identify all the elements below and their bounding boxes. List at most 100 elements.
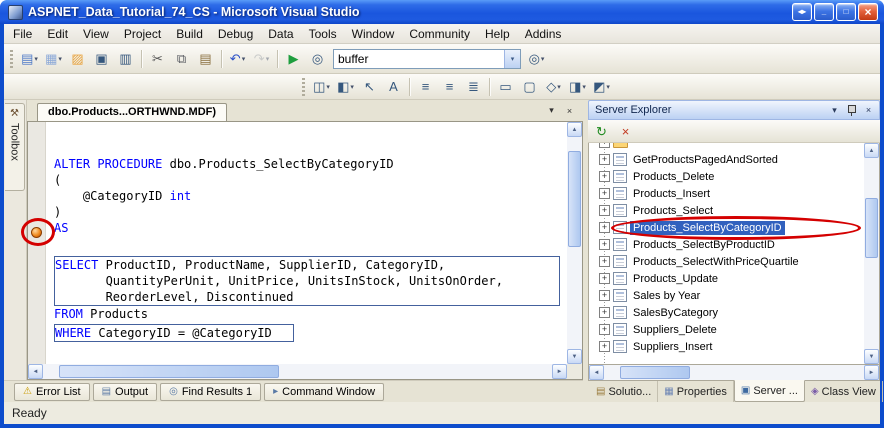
scrollbar-track[interactable] bbox=[43, 364, 552, 379]
tab-output[interactable]: ▤Output bbox=[93, 383, 157, 401]
open-file-button[interactable]: ▨ bbox=[66, 48, 89, 70]
menu-view[interactable]: View bbox=[76, 27, 116, 41]
toolbar-grip[interactable] bbox=[302, 78, 305, 96]
expand-plus-icon[interactable]: + bbox=[599, 143, 610, 148]
tree-item[interactable]: +Products_SelectByCategoryID bbox=[589, 219, 864, 236]
close-document-button[interactable]: × bbox=[562, 103, 577, 118]
pointer-tool-button[interactable]: ↖ bbox=[358, 76, 381, 98]
tree-item[interactable]: +Suppliers_Delete bbox=[589, 321, 864, 338]
layout-options-button[interactable]: ◩▾ bbox=[590, 76, 613, 98]
minimize-button[interactable]: _ bbox=[814, 3, 834, 21]
expand-plus-icon[interactable]: + bbox=[599, 324, 610, 335]
editor-vertical-scrollbar[interactable]: ▲ ▼ bbox=[567, 122, 582, 364]
scroll-down-button[interactable]: ▼ bbox=[864, 349, 879, 364]
code-line[interactable]: ALTER PROCEDURE dbo.Products_SelectByCat… bbox=[54, 156, 567, 172]
expand-plus-icon[interactable]: + bbox=[599, 239, 610, 250]
tree-item[interactable]: +SalesByCategory bbox=[589, 304, 864, 321]
margin-marker-dot[interactable] bbox=[31, 227, 42, 238]
refresh-button[interactable]: ↻ bbox=[590, 120, 613, 142]
code-line[interactable]: QuantityPerUnit, UnitPrice, UnitsInStock… bbox=[55, 273, 559, 289]
scrollbar-track[interactable] bbox=[604, 365, 864, 380]
expand-plus-icon[interactable]: + bbox=[599, 205, 610, 216]
code-line[interactable]: SELECT ProductID, ProductName, SupplierI… bbox=[55, 257, 559, 273]
expand-plus-icon[interactable]: + bbox=[599, 290, 610, 301]
panel-tab-server[interactable]: ▣Server ... bbox=[734, 380, 805, 402]
rectangle-tool-button[interactable]: ▭ bbox=[494, 76, 517, 98]
scroll-right-button[interactable]: ► bbox=[552, 364, 567, 379]
tree-item-partial[interactable]: + bbox=[589, 143, 864, 151]
auto-hide-pin-button[interactable] bbox=[844, 103, 859, 117]
diamond-tool-button[interactable]: ◇▾ bbox=[542, 76, 565, 98]
scrollbar-thumb[interactable] bbox=[865, 198, 878, 258]
code-line[interactable]: ReorderLevel, Discontinued bbox=[55, 289, 559, 305]
menu-project[interactable]: Project bbox=[117, 27, 168, 41]
tree-item[interactable]: +Products_Delete bbox=[589, 168, 864, 185]
expand-plus-icon[interactable]: + bbox=[599, 171, 610, 182]
scroll-right-button[interactable]: ► bbox=[864, 365, 879, 380]
menu-addins[interactable]: Addins bbox=[518, 27, 569, 41]
code-editor[interactable]: ALTER PROCEDURE dbo.Products_SelectByCat… bbox=[27, 121, 583, 380]
expand-plus-icon[interactable]: + bbox=[599, 273, 610, 284]
tree-item[interactable]: +GetProductsPagedAndSorted bbox=[589, 151, 864, 168]
show-grid-pane-button[interactable]: ◧▾ bbox=[334, 76, 357, 98]
code-line[interactable]: AS bbox=[54, 220, 567, 236]
find-in-files-button[interactable]: ◎ bbox=[306, 48, 329, 70]
menu-file[interactable]: File bbox=[6, 27, 39, 41]
panel-tab-solutio[interactable]: ▤Solutio... bbox=[590, 381, 658, 402]
decrease-indent-button[interactable]: ≡ bbox=[414, 76, 437, 98]
scroll-left-button[interactable]: ◄ bbox=[28, 364, 43, 379]
close-panel-button[interactable]: × bbox=[861, 103, 876, 117]
pane-options-button[interactable]: ◨▾ bbox=[566, 76, 589, 98]
quick-find-button[interactable]: ◎▾ bbox=[525, 48, 548, 70]
tree-item[interactable]: +Products_Update bbox=[589, 270, 864, 287]
tree-item[interactable]: +Suppliers_Insert bbox=[589, 338, 864, 355]
toolbox-tab[interactable]: ⚒ Toolbox bbox=[5, 103, 25, 191]
add-project-button[interactable]: ▦▾ bbox=[42, 48, 65, 70]
tree-item[interactable]: +Products_Insert bbox=[589, 185, 864, 202]
tree-vertical-scrollbar[interactable]: ▲ ▼ bbox=[864, 143, 879, 364]
paste-button[interactable]: ▤ bbox=[194, 48, 217, 70]
menu-debug[interactable]: Debug bbox=[211, 27, 260, 41]
editor-horizontal-scrollbar[interactable]: ◄ ► bbox=[28, 364, 567, 379]
scroll-left-button[interactable]: ◄ bbox=[589, 365, 604, 380]
expand-plus-icon[interactable]: + bbox=[599, 341, 610, 352]
code-line[interactable]: ( bbox=[54, 172, 567, 188]
scrollbar-track[interactable] bbox=[567, 137, 582, 349]
scrollbar-track[interactable] bbox=[864, 158, 879, 349]
titlebar[interactable]: ASPNET_Data_Tutorial_74_CS - Microsoft V… bbox=[0, 0, 884, 24]
increase-indent-button[interactable]: ≡ bbox=[438, 76, 461, 98]
menu-community[interactable]: Community bbox=[402, 27, 477, 41]
active-files-dropdown-button[interactable]: ▾ bbox=[544, 103, 559, 118]
menu-data[interactable]: Data bbox=[261, 27, 300, 41]
tree-item[interactable]: +Sales by Year bbox=[589, 287, 864, 304]
close-button[interactable]: × bbox=[858, 3, 878, 21]
menu-build[interactable]: Build bbox=[169, 27, 210, 41]
code-line[interactable]: ) bbox=[54, 204, 567, 220]
scroll-down-button[interactable]: ▼ bbox=[567, 349, 582, 364]
window-position-button[interactable]: ▾ bbox=[827, 103, 842, 117]
new-item-button[interactable]: ▤▾ bbox=[18, 48, 41, 70]
panel-tab-properties[interactable]: ▦Properties bbox=[658, 381, 734, 402]
redo-button[interactable]: ↷▾ bbox=[250, 48, 273, 70]
code-line[interactable]: WHERE CategoryID = @CategoryID bbox=[55, 325, 293, 341]
scrollbar-thumb[interactable] bbox=[620, 366, 690, 379]
tree-item[interactable]: +Products_Select bbox=[589, 202, 864, 219]
menu-tools[interactable]: Tools bbox=[302, 27, 344, 41]
expand-plus-icon[interactable]: + bbox=[599, 307, 610, 318]
editor-margin[interactable] bbox=[28, 122, 46, 364]
code-line[interactable] bbox=[54, 236, 567, 252]
scrollbar-thumb[interactable] bbox=[568, 151, 581, 247]
restore-button[interactable]: □ bbox=[836, 3, 856, 21]
bullets-button[interactable]: ≣ bbox=[462, 76, 485, 98]
server-explorer-tree[interactable]: + +GetProductsPagedAndSorted+Products_De… bbox=[588, 143, 880, 365]
scrollbar-thumb[interactable] bbox=[59, 365, 279, 378]
text-tool-button[interactable]: A bbox=[382, 76, 405, 98]
tab-command-window[interactable]: ▸Command Window bbox=[264, 383, 384, 401]
copy-button[interactable]: ⧉ bbox=[170, 48, 193, 70]
scroll-up-button[interactable]: ▲ bbox=[864, 143, 879, 158]
tab-find-results-1[interactable]: ◎Find Results 1 bbox=[160, 383, 261, 401]
show-diagram-pane-button[interactable]: ◫▾ bbox=[310, 76, 333, 98]
combo-dropdown-button[interactable]: ▾ bbox=[504, 50, 520, 68]
tree-item[interactable]: +Products_SelectWithPriceQuartile bbox=[589, 253, 864, 270]
undo-button[interactable]: ↶▾ bbox=[226, 48, 249, 70]
